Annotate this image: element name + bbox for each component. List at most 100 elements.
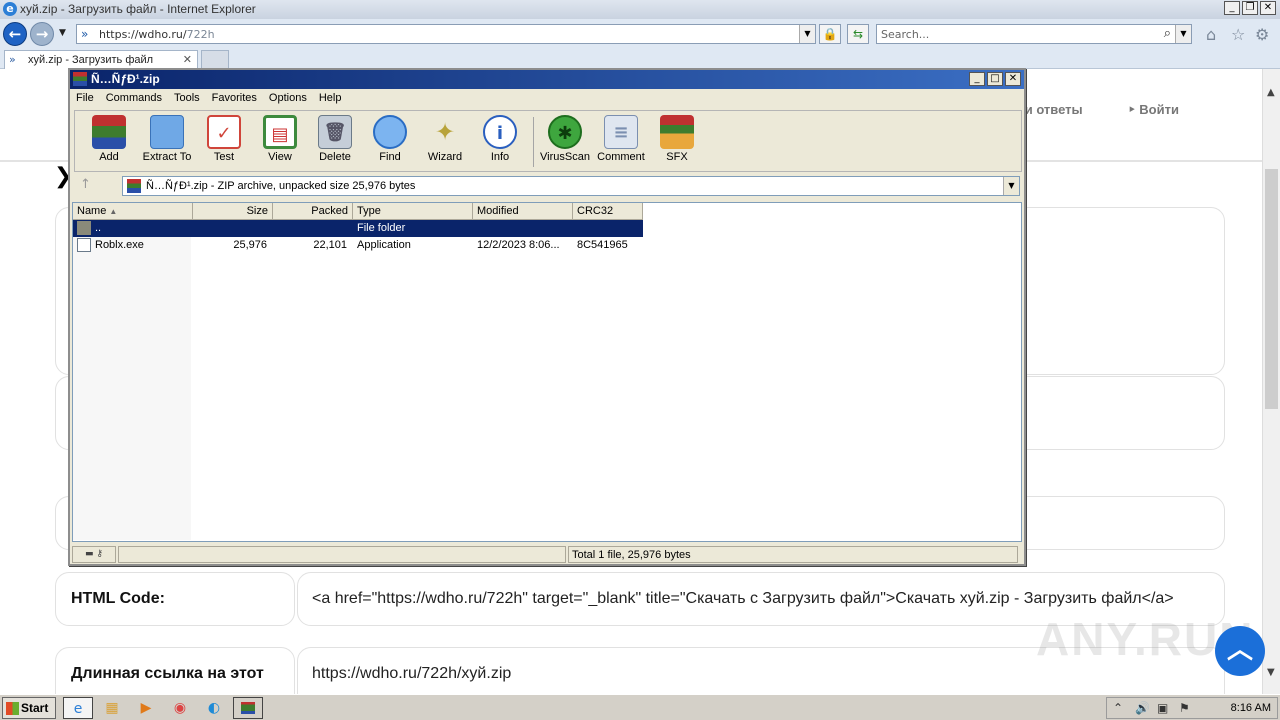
tray-expand-icon[interactable]: ⌃ [1113, 701, 1123, 715]
action-center-flag-icon[interactable]: ⚑ [1179, 701, 1190, 715]
archive-path-combo[interactable]: Ñ…ÑƒÐ¹.zip - ZIP archive, unpacked size … [122, 176, 1020, 196]
ie-title-bar: e хуй.zip - Загрузить файл - Internet Ex… [0, 0, 1280, 19]
winrar-title-bar[interactable]: Ñ…ÑƒÐ¹.zip _ □ ✕ [70, 70, 1024, 89]
tab-close-icon[interactable]: ✕ [183, 53, 192, 66]
refresh-icon[interactable]: ⇆ [847, 24, 869, 44]
status-pane-empty [118, 546, 566, 563]
parent-folder-icon [77, 221, 91, 235]
taskbar-media-player-icon[interactable]: ▶ [131, 697, 161, 719]
html-code-value[interactable]: <a href="https://wdho.ru/722h" target="_… [312, 590, 1174, 608]
page-icon: » [81, 27, 89, 41]
html-code-label: HTML Code: [71, 590, 165, 607]
view-button[interactable]: ▤ View [250, 115, 310, 171]
scroll-to-top-button[interactable]: ︿ [1215, 626, 1265, 676]
file-list[interactable]: Name ▲ Size Packed Type Modified CRC32 .… [72, 202, 1022, 542]
back-button[interactable]: ← [3, 22, 27, 46]
address-url: https://wdho.ru/722h [99, 28, 215, 41]
winrar-minimize-button[interactable]: _ [969, 72, 985, 86]
close-button[interactable]: ✕ [1260, 1, 1276, 15]
column-header-packed[interactable]: Packed [273, 203, 353, 220]
column-header-modified[interactable]: Modified [473, 203, 573, 220]
taskbar-chrome-icon[interactable]: ◉ [165, 697, 195, 719]
address-bar[interactable]: » https://wdho.ru/722h ▼ [76, 24, 816, 44]
find-icon [373, 115, 407, 149]
test-button[interactable]: ✓ Test [194, 115, 254, 171]
clock[interactable]: 8:16 AM [1231, 702, 1271, 714]
start-button[interactable]: Start [2, 697, 56, 719]
winrar-window: Ñ…ÑƒÐ¹.zip _ □ ✕ File Commands Tools Fav… [68, 68, 1026, 566]
tools-gear-icon[interactable]: ⚙ [1255, 25, 1269, 44]
home-icon[interactable]: ⌂ [1206, 25, 1216, 44]
taskbar: Start e ▦ ▶ ◉ ◐ ⌃ 🔊 ▣ ⚑ 8:16 AM [0, 694, 1280, 720]
archive-path-text: Ñ…ÑƒÐ¹.zip - ZIP archive, unpacked size … [146, 180, 416, 192]
info-button[interactable]: i Info [470, 115, 530, 171]
page-scrollbar[interactable]: ▲ ▼ [1262, 69, 1280, 694]
site-login-link[interactable]: ‣ Войти [1128, 102, 1179, 118]
favorites-star-icon[interactable]: ☆ [1231, 25, 1245, 44]
long-link-value[interactable]: https://wdho.ru/722h/хуй.zip [312, 665, 511, 683]
scrollbar-thumb[interactable] [1265, 169, 1278, 409]
recent-pages-dropdown-icon[interactable]: ▼ [59, 28, 66, 38]
winrar-title: Ñ…ÑƒÐ¹.zip [91, 72, 160, 86]
lock-icon[interactable]: 🔒 [819, 24, 841, 44]
exe-file-icon [77, 238, 91, 252]
search-input[interactable]: Search... ⌕ ▼ [876, 24, 1192, 44]
winrar-maximize-button[interactable]: □ [987, 72, 1003, 86]
ie-logo-icon: e [3, 2, 17, 16]
extract-to-button[interactable]: Extract To [137, 115, 197, 171]
restore-button[interactable]: ❐ [1242, 1, 1258, 15]
winrar-path-bar: ↑ Ñ…ÑƒÐ¹.zip - ZIP archive, unpacked siz… [74, 174, 1022, 198]
menu-help[interactable]: Help [313, 90, 348, 108]
test-icon: ✓ [207, 115, 241, 149]
path-dropdown-icon[interactable]: ▼ [1003, 177, 1019, 195]
drive-key-icon[interactable]: ▬ ⚷ [72, 546, 116, 563]
column-header-type[interactable]: Type [353, 203, 473, 220]
toolbar-separator [533, 117, 534, 167]
delete-button[interactable]: 🗑 Delete [305, 115, 365, 171]
window-title: хуй.zip - Загрузить файл - Internet Expl… [20, 2, 256, 16]
tab-favicon-icon: » [9, 53, 16, 66]
winrar-status-bar: ▬ ⚷ Total 1 file, 25,976 bytes [72, 546, 1022, 564]
add-button[interactable]: Add [79, 115, 139, 171]
minimize-button[interactable]: _ [1224, 1, 1240, 15]
column-header-size[interactable]: Size [193, 203, 273, 220]
ie-tab-strip: » хуй.zip - Загрузить файл ✕ [0, 48, 1280, 69]
wizard-icon: ✦ [434, 118, 456, 146]
wizard-button[interactable]: ✦ Wizard [415, 115, 475, 171]
column-header-name[interactable]: Name ▲ [73, 203, 193, 220]
taskbar-winrar-icon[interactable] [233, 697, 263, 719]
search-dropdown-icon[interactable]: ▼ [1175, 25, 1191, 43]
menu-tools[interactable]: Tools [168, 90, 206, 108]
address-dropdown-icon[interactable]: ▼ [799, 25, 815, 43]
search-placeholder: Search... [881, 28, 930, 41]
find-button[interactable]: Find [360, 115, 420, 171]
menu-file[interactable]: File [70, 90, 100, 108]
network-icon[interactable]: ▣ [1157, 701, 1168, 715]
winrar-close-button[interactable]: ✕ [1005, 72, 1021, 86]
scroll-up-icon[interactable]: ▲ [1267, 87, 1275, 98]
menu-options[interactable]: Options [263, 90, 313, 108]
menu-commands[interactable]: Commands [100, 90, 168, 108]
comment-button[interactable]: ≡ Comment [591, 115, 651, 171]
new-tab-button[interactable] [201, 50, 229, 69]
tab-label: хуй.zip - Загрузить файл [28, 54, 154, 66]
taskbar-explorer-icon[interactable]: ▦ [97, 697, 127, 719]
comment-icon: ≡ [604, 115, 638, 149]
taskbar-ie-icon[interactable]: e [63, 697, 93, 719]
virusscan-button[interactable]: ✱ VirusScan [535, 115, 595, 171]
winrar-logo-icon [73, 72, 87, 86]
taskbar-edge-icon[interactable]: ◐ [199, 697, 229, 719]
delete-icon: 🗑 [318, 115, 352, 149]
winrar-toolbar: Add Extract To ✓ Test ▤ View 🗑 Delete Fi… [74, 110, 1022, 172]
tab-current[interactable]: » хуй.zip - Загрузить файл ✕ [4, 50, 198, 69]
scroll-down-icon[interactable]: ▼ [1267, 667, 1275, 678]
forward-button[interactable]: → [30, 22, 54, 46]
table-row[interactable]: .. File folder [73, 220, 1023, 237]
table-row[interactable]: Roblx.exe 25,976 22,101 Application 12/2… [73, 237, 1023, 254]
column-header-crc32[interactable]: CRC32 [573, 203, 643, 220]
up-folder-icon[interactable]: ↑ [80, 177, 91, 192]
menu-favorites[interactable]: Favorites [206, 90, 263, 108]
search-icon[interactable]: ⌕ [1164, 26, 1171, 41]
sfx-button[interactable]: SFX [647, 115, 707, 171]
volume-icon[interactable]: 🔊 [1135, 701, 1150, 715]
